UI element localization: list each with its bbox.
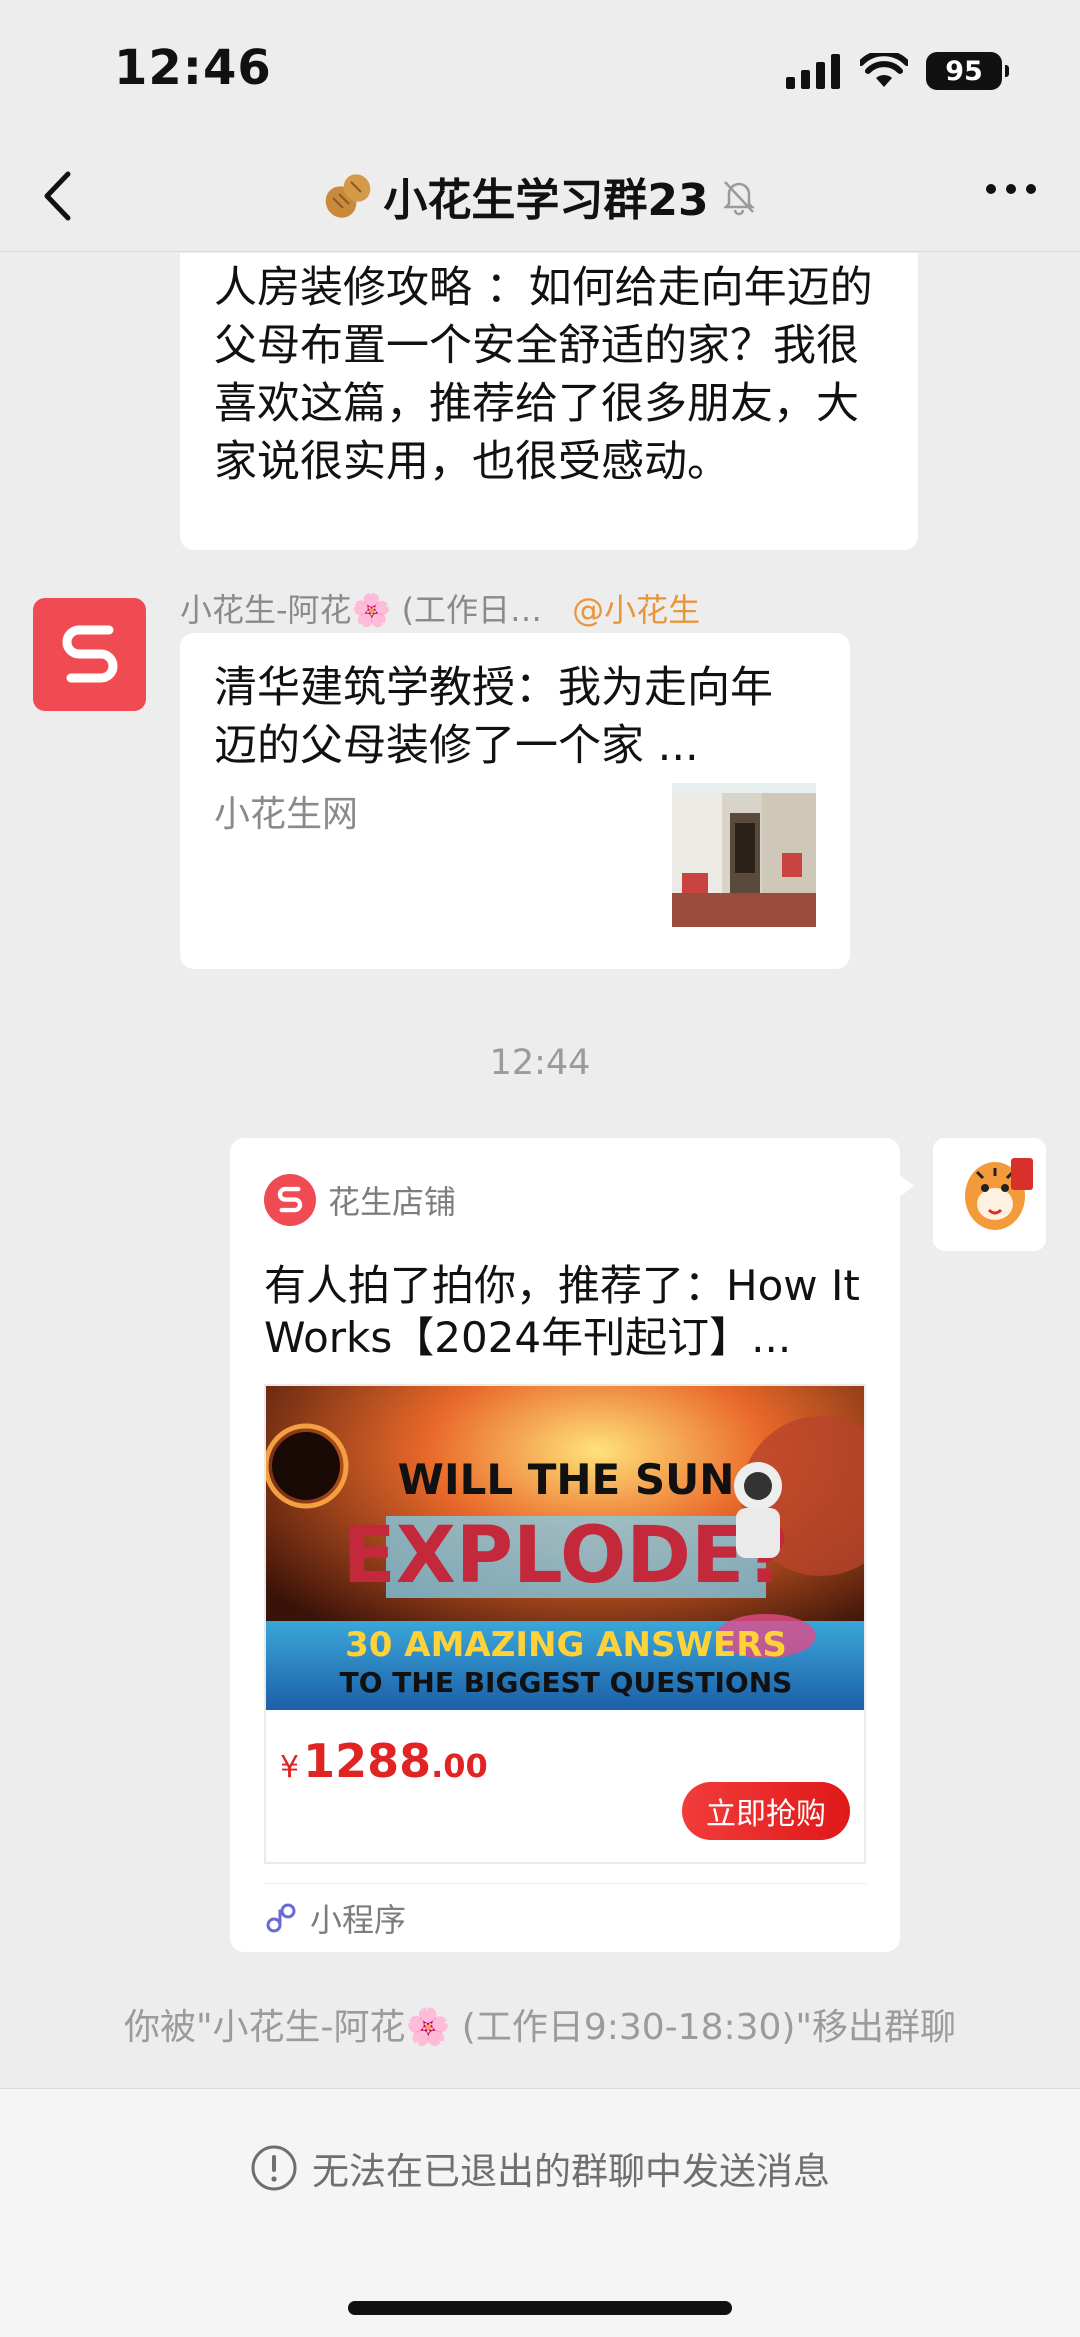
- shop-logo-icon: [264, 1174, 316, 1226]
- more-options-button[interactable]: [986, 184, 1036, 194]
- chat-title: 小花生学习群23: [383, 175, 709, 226]
- product-price: ¥ 1288 .00: [280, 1734, 488, 1788]
- cover-line-4: TO THE BIGGEST QUESTIONS: [340, 1666, 793, 1699]
- status-time: 12:46: [114, 40, 272, 96]
- sender-name-line: 小花生-阿花🌸 (工作日… @小花生: [180, 585, 700, 631]
- tiger-avatar-icon: [933, 1138, 1046, 1251]
- info-circle-icon: [251, 2145, 297, 2191]
- system-message: 你被"小花生-阿花🌸 (工作日9:30-18:30)"移出群聊: [123, 2007, 957, 2048]
- input-disabled-bar: 无法在已退出的群聊中发送消息: [0, 2088, 1080, 2337]
- home-indicator[interactable]: [348, 2301, 732, 2315]
- notice-row: 无法在已退出的群聊中发送消息: [0, 2141, 1080, 2195]
- share-title: 有人拍了拍你，推荐了：How It Works【2024年刊起订】...: [264, 1261, 860, 1362]
- mini-program-label: 小程序: [310, 1901, 407, 1939]
- status-icons: 95: [786, 52, 1009, 90]
- buy-now-button[interactable]: 立即抢购: [682, 1782, 850, 1840]
- divider: [264, 1883, 866, 1884]
- mini-program-label-row: 小程序: [264, 1895, 406, 1941]
- wifi-icon: [860, 53, 908, 87]
- mention-tag[interactable]: @小花生: [572, 585, 700, 631]
- avatar[interactable]: [33, 598, 146, 711]
- cover-line-1: WILL THE SUN: [398, 1455, 735, 1504]
- time-separator: 12:44: [489, 1043, 591, 1083]
- peanut-icon: [326, 174, 371, 218]
- mini-program-icon: [266, 1903, 296, 1933]
- link-card-message[interactable]: 清华建筑学教授：我为走向年迈的父母装修了一个家 ... 小花生网: [180, 633, 850, 969]
- mute-bell-icon: [722, 181, 755, 216]
- shop-header: 花生店铺: [264, 1174, 456, 1226]
- astronaut-illustration: [734, 1462, 782, 1558]
- product-image: WILL THE SUN EXPLODE? 30 AMAZING ANSWERS…: [266, 1386, 864, 1710]
- status-bar: 12:46 95: [0, 0, 1080, 140]
- link-card-thumbnail: [672, 783, 816, 927]
- text-message-bubble[interactable]: 人房装修攻略 ：如何给走向年迈的父母布置一个安全舒适的家？我很喜欢这篇，推荐给了…: [180, 253, 918, 550]
- battery-icon: 95: [926, 52, 1009, 90]
- chat-title-area[interactable]: 小花生学习群23: [0, 140, 1080, 252]
- cover-line-3: 30 AMAZING ANSWERS: [345, 1625, 787, 1665]
- mini-program-share-card[interactable]: 花生店铺 有人拍了拍你，推荐了：How It Works【2024年刊起订】..…: [230, 1138, 914, 1952]
- signal-icon: [786, 54, 840, 89]
- more-dots-icon: [986, 184, 996, 194]
- shop-name: 花生店铺: [328, 1183, 457, 1221]
- notice-text: 无法在已退出的群聊中发送消息: [312, 2150, 830, 2193]
- message-list[interactable]: 人房装修攻略 ：如何给走向年迈的父母布置一个安全舒适的家？我很喜欢这篇，推荐给了…: [0, 253, 1080, 2088]
- message-text: 人房装修攻略 ：如何给走向年迈的父母布置一个安全舒适的家？我很喜欢这篇，推荐给了…: [214, 263, 873, 487]
- chat-header: 小花生学习群23: [0, 140, 1080, 252]
- link-card-title: 清华建筑学教授：我为走向年迈的父母装修了一个家 ...: [214, 663, 773, 771]
- sender-name: 小花生-阿花🌸 (工作日…: [180, 591, 543, 629]
- app-logo-icon: [62, 625, 117, 682]
- avatar[interactable]: [933, 1138, 1046, 1251]
- product-card[interactable]: WILL THE SUN EXPLODE? 30 AMAZING ANSWERS…: [264, 1384, 866, 1864]
- cover-line-2: EXPLODE?: [342, 1511, 789, 1601]
